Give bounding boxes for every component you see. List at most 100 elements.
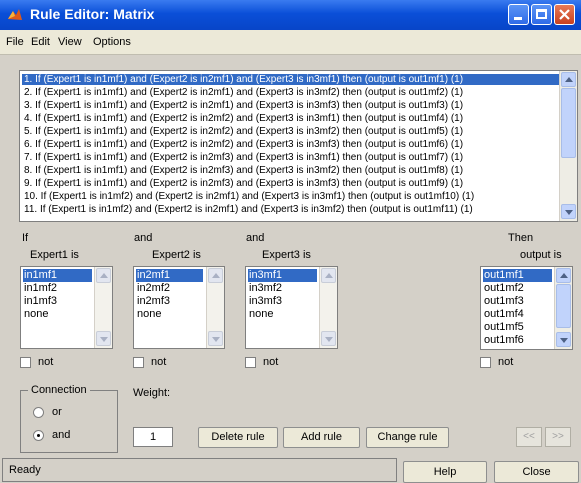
list-item[interactable]: none — [136, 308, 161, 321]
output-not-label: not — [498, 356, 514, 368]
list-item[interactable]: in1mf3 — [23, 295, 57, 308]
list-item[interactable]: in2mf3 — [136, 295, 170, 308]
weight-label: Weight: — [133, 387, 171, 399]
maximize-button[interactable] — [531, 4, 552, 25]
scroll-thumb[interactable] — [561, 88, 576, 158]
scroll-down-button[interactable] — [561, 204, 576, 219]
scroll-up-button[interactable] — [208, 268, 223, 283]
matlab-icon — [8, 9, 22, 20]
connection-group — [20, 390, 118, 453]
list-item[interactable]: none — [23, 308, 48, 321]
expert2-not-checkbox[interactable] — [133, 357, 144, 368]
list-item[interactable]: in1mf2 — [23, 282, 57, 295]
connection-label: Connection — [28, 384, 90, 396]
list-item[interactable]: none — [248, 308, 273, 321]
change-rule-button[interactable]: Change rule — [366, 427, 449, 448]
expert1-listbox[interactable]: in1mf1 in1mf2 in1mf3 none — [20, 266, 113, 349]
chevron-down-icon — [325, 337, 333, 342]
scroll-up-button[interactable] — [96, 268, 111, 283]
chevron-up-icon — [100, 273, 108, 278]
list-item[interactable]: out1mf2 — [483, 282, 524, 295]
chevron-down-icon — [565, 210, 573, 215]
list-item[interactable]: out1mf6 — [483, 334, 524, 347]
close-icon — [559, 9, 570, 20]
rule-item[interactable]: 4. If (Expert1 is in1mf1) and (Expert2 i… — [24, 113, 463, 124]
expert3-listbox[interactable]: in3mf1 in3mf2 in3mf3 none — [245, 266, 338, 349]
expert2-listbox[interactable]: in2mf1 in2mf2 in2mf3 none — [133, 266, 225, 349]
expert3-label: Expert3 is — [262, 249, 311, 261]
window-title: Rule Editor: Matrix — [30, 6, 155, 22]
rule-item[interactable]: 8. If (Expert1 is in1mf1) and (Expert2 i… — [24, 165, 463, 176]
rules-list[interactable]: 1. If (Expert1 is in1mf1) and (Expert2 i… — [19, 70, 578, 222]
list-item[interactable]: in1mf1 — [23, 269, 92, 282]
rule-item[interactable]: 5. If (Expert1 is in1mf1) and (Expert2 i… — [24, 126, 463, 137]
scroll-up-button[interactable] — [556, 268, 571, 283]
close-button[interactable]: Close — [494, 461, 579, 483]
weight-input[interactable]: 1 — [133, 427, 173, 447]
chevron-up-icon — [560, 273, 568, 278]
prev-button[interactable]: << — [516, 427, 542, 447]
expert1-scrollbar[interactable] — [94, 267, 112, 348]
menu-bar: File Edit View Options — [0, 30, 581, 55]
chevron-up-icon — [325, 273, 333, 278]
and-label-1: and — [134, 232, 153, 244]
help-button[interactable]: Help — [403, 461, 487, 483]
delete-rule-button[interactable]: Delete rule — [198, 427, 278, 448]
chevron-up-icon — [565, 77, 573, 82]
menu-options[interactable]: Options — [93, 36, 131, 48]
list-item[interactable]: in2mf2 — [136, 282, 170, 295]
and-radio[interactable] — [33, 430, 44, 441]
menu-edit[interactable]: Edit — [31, 36, 50, 48]
and-label: and — [52, 429, 71, 441]
output-listbox[interactable]: out1mf1 out1mf2 out1mf3 out1mf4 out1mf5 … — [480, 266, 573, 350]
or-label: or — [52, 406, 62, 418]
scroll-down-button[interactable] — [556, 332, 571, 347]
menu-view[interactable]: View — [58, 36, 82, 48]
status-bar: Ready — [2, 458, 397, 482]
list-item[interactable]: in3mf1 — [248, 269, 317, 282]
or-radio[interactable] — [33, 407, 44, 418]
minimize-icon — [514, 17, 522, 20]
rule-item[interactable]: 6. If (Expert1 is in1mf1) and (Expert2 i… — [24, 139, 463, 150]
expert1-not-checkbox[interactable] — [20, 357, 31, 368]
rule-item[interactable]: 2. If (Expert1 is in1mf1) and (Expert2 i… — [24, 87, 463, 98]
minimize-button[interactable] — [508, 4, 529, 25]
expert3-not-checkbox[interactable] — [245, 357, 256, 368]
next-button[interactable]: >> — [545, 427, 571, 447]
menu-file[interactable]: File — [6, 36, 24, 48]
list-item[interactable]: out1mf1 — [483, 269, 552, 282]
list-item[interactable]: out1mf5 — [483, 321, 524, 334]
expert3-scrollbar[interactable] — [319, 267, 337, 348]
chevron-down-icon — [212, 337, 220, 342]
scroll-up-button[interactable] — [321, 268, 336, 283]
add-rule-button[interactable]: Add rule — [283, 427, 360, 448]
expert1-not-label: not — [38, 356, 54, 368]
rule-item[interactable]: 3. If (Expert1 is in1mf1) and (Expert2 i… — [24, 100, 463, 111]
rules-scrollbar[interactable] — [559, 71, 577, 221]
expert2-label: Expert2 is — [152, 249, 201, 261]
scroll-down-button[interactable] — [96, 331, 111, 346]
output-not-checkbox[interactable] — [480, 357, 491, 368]
list-item[interactable]: out1mf3 — [483, 295, 524, 308]
scroll-up-button[interactable] — [561, 72, 576, 87]
scroll-down-button[interactable] — [208, 331, 223, 346]
rule-item[interactable]: 7. If (Expert1 is in1mf1) and (Expert2 i… — [24, 152, 463, 163]
rule-item[interactable]: 9. If (Expert1 is in1mf1) and (Expert2 i… — [24, 178, 463, 189]
close-window-button[interactable] — [554, 4, 575, 25]
expert2-scrollbar[interactable] — [206, 267, 224, 348]
expert2-not-label: not — [151, 356, 167, 368]
title-bar: Rule Editor: Matrix — [0, 0, 581, 30]
rule-item[interactable]: 10. If (Expert1 is in1mf2) and (Expert2 … — [24, 191, 474, 202]
list-item[interactable]: in3mf2 — [248, 282, 282, 295]
rule-item[interactable]: 1. If (Expert1 is in1mf1) and (Expert2 i… — [22, 74, 559, 85]
list-item[interactable]: in3mf3 — [248, 295, 282, 308]
chevron-down-icon — [100, 337, 108, 342]
list-item[interactable]: in2mf1 — [136, 269, 203, 282]
maximize-icon — [536, 9, 547, 19]
rule-item[interactable]: 11. If (Expert1 is in1mf2) and (Expert2 … — [24, 204, 473, 215]
scroll-down-button[interactable] — [321, 331, 336, 346]
list-item[interactable]: out1mf4 — [483, 308, 524, 321]
if-label: If — [22, 232, 29, 244]
output-scrollbar[interactable] — [554, 267, 572, 349]
scroll-thumb[interactable] — [556, 284, 571, 328]
